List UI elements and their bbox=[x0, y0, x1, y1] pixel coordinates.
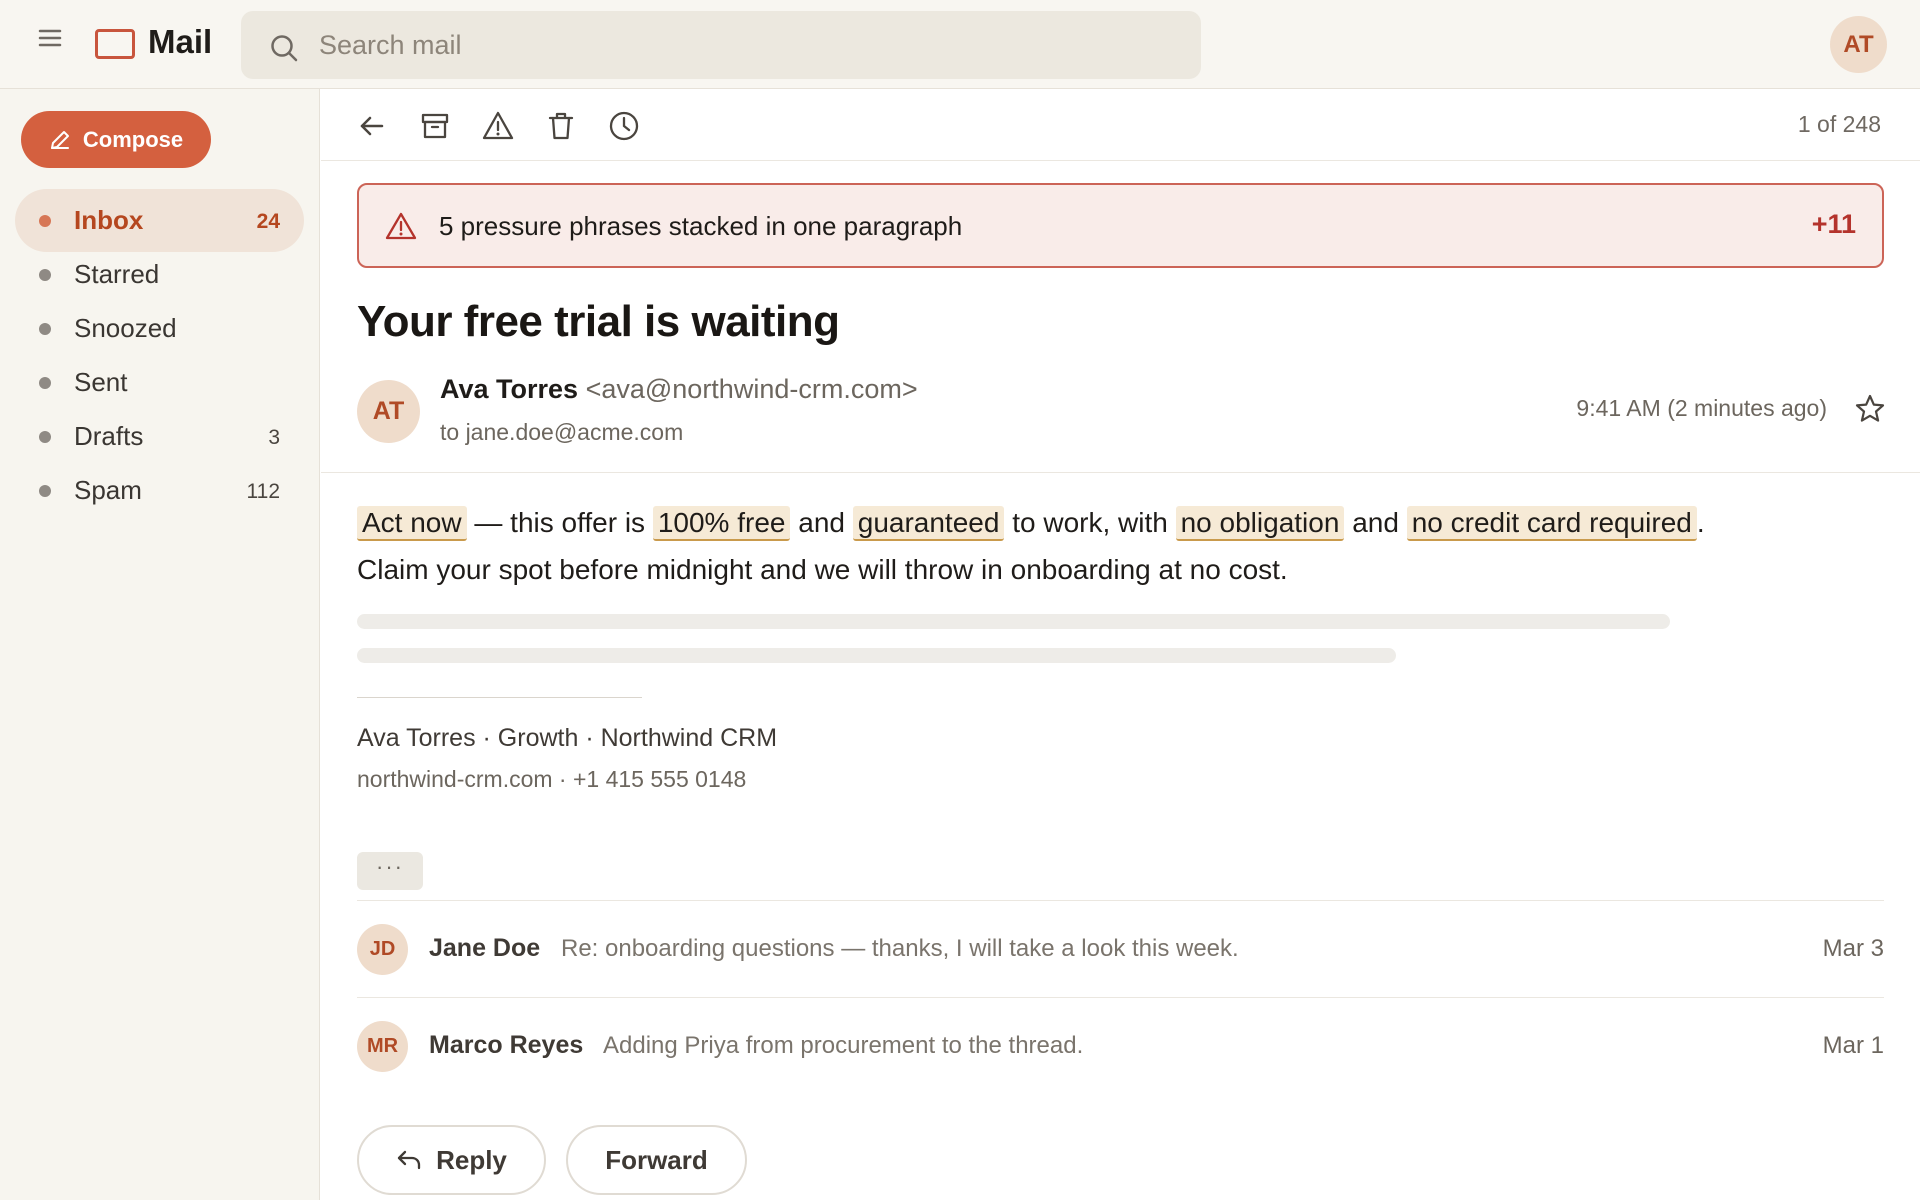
thread-message-row[interactable]: MR Marco Reyes Adding Priya from procure… bbox=[357, 997, 1884, 1094]
pencil-icon bbox=[50, 130, 69, 149]
back-arrow-icon[interactable] bbox=[355, 109, 389, 143]
drafts-dot-icon bbox=[39, 431, 51, 443]
star-icon[interactable] bbox=[1854, 393, 1886, 430]
thread-date: Mar 3 bbox=[1822, 935, 1884, 962]
message-toolbar: 1 of 248 bbox=[321, 89, 1920, 161]
spam-count: 112 bbox=[246, 480, 280, 503]
sender-email: <ava@northwind-crm.com> bbox=[585, 374, 918, 404]
alert-message: 5 pressure phrases stacked in one paragr… bbox=[439, 211, 963, 241]
skeleton-line bbox=[357, 614, 1670, 629]
header-divider bbox=[321, 472, 1920, 473]
body-text-segment: to work, with bbox=[1004, 507, 1176, 538]
inbox-dot-icon bbox=[39, 215, 51, 227]
reply-arrow-icon bbox=[397, 1150, 421, 1170]
menu-icon[interactable] bbox=[34, 23, 66, 53]
sender-avatar: AT bbox=[357, 380, 420, 443]
recipient-line: to jane.doe@acme.com bbox=[440, 419, 684, 445]
sidebar-item-label: Spam bbox=[74, 475, 142, 505]
email-body: Act now — this offer is 100% free and gu… bbox=[357, 499, 1717, 593]
top-bar: Mail AT bbox=[0, 0, 1920, 89]
body-text-segment: and bbox=[790, 507, 853, 538]
search-bar[interactable] bbox=[241, 11, 1201, 79]
pressure-phrase-highlight[interactable]: Act now bbox=[357, 506, 467, 541]
sidebar-item-label: Sent bbox=[74, 367, 128, 397]
archive-icon[interactable] bbox=[418, 109, 452, 143]
pressure-phrase-highlight[interactable]: guaranteed bbox=[852, 506, 1005, 541]
alert-score: +11 bbox=[1811, 209, 1856, 239]
unread-count: 24 bbox=[256, 210, 280, 233]
thread-sender: Marco Reyes bbox=[429, 1031, 584, 1059]
skeleton-line bbox=[357, 648, 1396, 663]
sidebar-item-label: Snoozed bbox=[74, 313, 177, 343]
show-trimmed-content-button[interactable]: ··· bbox=[357, 852, 423, 890]
pressure-phrase-highlight[interactable]: 100% free bbox=[652, 506, 791, 541]
pressure-phrase-highlight[interactable]: no obligation bbox=[1175, 506, 1345, 541]
sidebar-item-spam[interactable]: Spam 112 bbox=[15, 459, 304, 522]
forward-label: Forward bbox=[605, 1144, 708, 1175]
user-avatar[interactable]: AT bbox=[1830, 16, 1887, 73]
avatar: JD bbox=[357, 924, 408, 975]
thread-message-row[interactable]: JD Jane Doe Re: onboarding questions — t… bbox=[357, 900, 1884, 997]
sent-dot-icon bbox=[39, 377, 51, 389]
drafts-count: 3 bbox=[268, 426, 280, 449]
snoozed-dot-icon bbox=[39, 323, 51, 335]
signature-line: Ava Torres · Growth · Northwind CRM bbox=[357, 724, 778, 752]
thread-snippet: Re: onboarding questions — thanks, I wil… bbox=[561, 935, 1239, 962]
app-title: Mail bbox=[148, 23, 213, 60]
spam-dot-icon bbox=[39, 485, 51, 497]
thread-date: Mar 1 bbox=[1822, 1032, 1884, 1059]
starred-dot-icon bbox=[39, 269, 51, 281]
reply-button[interactable]: Reply bbox=[357, 1125, 546, 1195]
trash-icon[interactable] bbox=[544, 109, 578, 143]
message-pager: 1 of 248 bbox=[1797, 111, 1881, 137]
report-spam-icon[interactable] bbox=[481, 109, 515, 143]
sidebar-item-label: Drafts bbox=[74, 421, 144, 451]
mail-box-icon bbox=[95, 29, 135, 59]
sidebar-item-label: Inbox bbox=[74, 205, 144, 235]
sidebar: Compose Inbox 24 Starred Snoozed Sent Dr… bbox=[0, 89, 320, 1200]
signature-divider bbox=[357, 697, 642, 698]
snooze-clock-icon[interactable] bbox=[607, 109, 641, 143]
search-icon bbox=[271, 35, 298, 62]
warning-icon bbox=[385, 212, 417, 240]
pressure-phrase-alert: 5 pressure phrases stacked in one paragr… bbox=[357, 183, 1884, 268]
signature-contact: northwind-crm.com · +1 415 555 0148 bbox=[357, 766, 747, 792]
sender-info: Ava Torres <ava@northwind-crm.com> bbox=[440, 374, 918, 405]
compose-button[interactable]: Compose bbox=[21, 111, 211, 168]
email-timestamp: 9:41 AM (2 minutes ago) bbox=[1576, 395, 1827, 421]
sidebar-item-label: Starred bbox=[74, 259, 160, 289]
email-subject: Your free trial is waiting bbox=[357, 297, 840, 346]
forward-button[interactable]: Forward bbox=[566, 1125, 747, 1195]
thread-sender: Jane Doe bbox=[429, 934, 541, 962]
body-text-segment: and bbox=[1344, 507, 1407, 538]
compose-label: Compose bbox=[82, 126, 184, 152]
sender-name[interactable]: Ava Torres bbox=[440, 374, 578, 404]
reply-label: Reply bbox=[436, 1144, 507, 1175]
thread-snippet: Adding Priya from procurement to the thr… bbox=[603, 1032, 1084, 1059]
avatar: MR bbox=[357, 1021, 408, 1072]
search-input[interactable] bbox=[319, 23, 1179, 67]
message-pane: 1 of 248 5 pressure phrases stacked in o… bbox=[321, 89, 1920, 1200]
pressure-phrase-highlight[interactable]: no credit card required bbox=[1406, 506, 1697, 541]
body-text-segment: — this offer is bbox=[466, 507, 653, 538]
